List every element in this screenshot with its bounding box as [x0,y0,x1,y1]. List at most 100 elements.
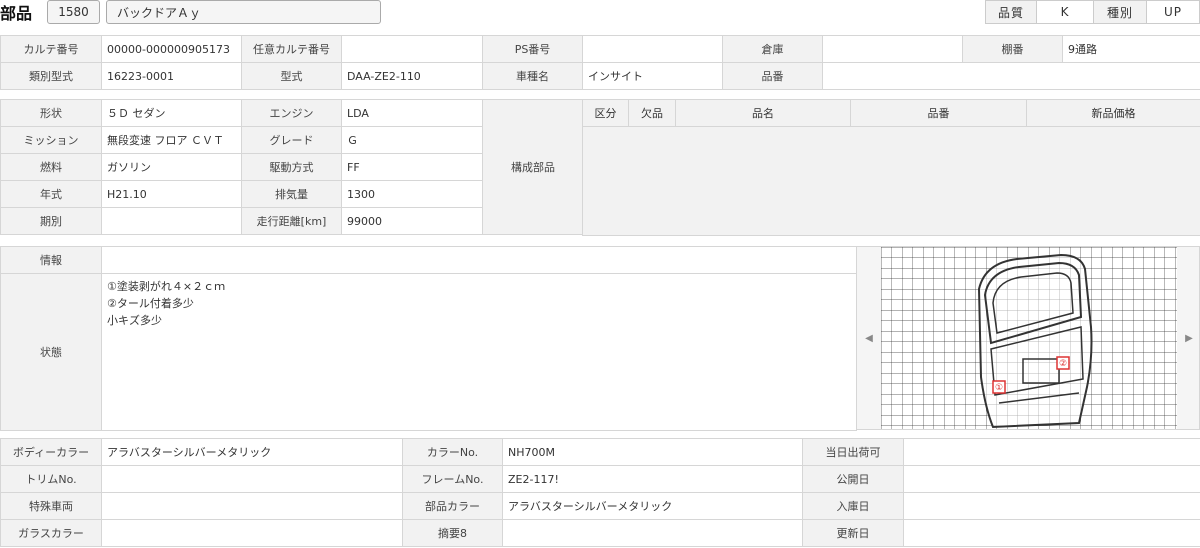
kudo-label: 駆動方式 [241,153,342,181]
mission-value: 無段変速 フロア ＣＶＴ [101,126,242,154]
trim-value [101,465,403,493]
nini-karte-label: 任意カルテ番号 [241,35,342,63]
soko-value: 99000 [341,207,483,235]
parts-header-kubun: 区分 [582,99,629,127]
chevron-left-icon: ◀ [865,332,873,344]
katashiki-value: DAA-ZE2-110 [341,62,483,90]
nyuko-label: 入庫日 [802,492,904,520]
joho-label: 情報 [0,246,102,274]
glass-label: ガラスカラー [0,519,102,547]
bottom-row: 特殊車両 部品カラー アラバスターシルバーメタリック 入庫日 [0,492,1200,520]
ps-value [582,35,723,63]
color-no-label: カラーNo. [402,438,503,466]
soko-label: 走行距離[km] [241,207,342,235]
info-table: 情報 状態 ①塗装剥がれ４×２ｃｍ ②タール付着多少 小キズ多少 [0,246,857,431]
nenryo-label: 燃料 [0,153,102,181]
koshin-label: 更新日 [802,519,904,547]
ruibetsu-value: 16223-0001 [101,62,242,90]
parts-color-value: アラバスターシルバーメタリック [502,492,803,520]
jotai-line: ②タール付着多少 [107,297,194,310]
kibetsu-value [101,207,242,235]
bottom-row: ボディーカラー アラバスターシルバーメタリック カラーNo. NH700M 当日… [0,438,1200,466]
karte-row: カルテ番号 00000-000000905173 任意カルテ番号 PS番号 倉庫… [0,35,1200,63]
kibetsu-label: 期別 [0,207,102,235]
quality-value: K [1036,0,1094,24]
chevron-right-icon: ▶ [1185,332,1193,344]
image-viewer: ◀ ① ② ▶ [856,246,1200,430]
souko-label: 倉庫 [722,35,823,63]
ruibetsu-label: 類別型式 [0,62,102,90]
joho-row: 情報 [0,246,857,274]
tana-value: 9通路 [1062,35,1200,63]
bottom-row: トリムNo. フレームNo. ZE2-117! 公開日 [0,465,1200,493]
koukai-label: 公開日 [802,465,904,493]
jotai-line: 小キズ多少 [107,314,162,327]
koshin-value [903,519,1200,547]
bottom-table: ボディーカラー アラバスターシルバーメタリック カラーNo. NH700M 当日… [0,438,1200,547]
parts-header-keppin: 欠品 [628,99,676,127]
damage-marker-2-label: ② [1059,359,1067,369]
mission-label: ミッション [0,126,102,154]
part-code-field[interactable]: 1580 [47,0,100,24]
jotai-line: ①塗装剥がれ４×２ｃｍ [107,280,226,293]
jotai-row: 状態 ①塗装剥がれ４×２ｃｍ ②タール付着多少 小キズ多少 [0,273,857,431]
page-title: 部品 [0,4,33,23]
spec-row: 形状 ５Ｄ セダン エンジン LDA 構成部品 [0,99,584,235]
frame-value: ZE2-117! [502,465,803,493]
tokushu-value [101,492,403,520]
toujitsu-label: 当日出荷可 [802,438,904,466]
quality-label: 品質 [985,0,1037,24]
nini-karte-value [341,35,483,63]
haikiryo-value: 1300 [341,180,483,208]
glass-value [101,519,403,547]
part-photo[interactable]: ① ② [881,247,1177,429]
engine-label: エンジン [241,99,342,127]
grade-label: グレード [241,126,342,154]
frame-label: フレームNo. [402,465,503,493]
color-no-value: NH700M [502,438,803,466]
parts-header-hinmei: 品名 [675,99,851,127]
koukai-value [903,465,1200,493]
engine-value: LDA [341,99,483,127]
parts-header-row: 区分 欠品 品名 品番 新品価格 [582,99,1200,127]
nenshiki-value: H21.10 [101,180,242,208]
karte-table: カルテ番号 00000-000000905173 任意カルテ番号 PS番号 倉庫… [0,35,1200,90]
nyuko-value [903,492,1200,520]
katashiki-label: 型式 [241,62,342,90]
damage-marker-1-label: ① [995,383,1003,393]
keijo-label: 形状 [0,99,102,127]
parts-body [582,126,1200,236]
part-name-field[interactable]: バックドアＡｙ [106,0,381,24]
kudo-value: FF [341,153,483,181]
grade-value: Ｇ [341,126,483,154]
parts-color-label: 部品カラー [402,492,503,520]
next-image-button[interactable]: ▶ [1177,247,1200,429]
parts-header-hinban: 品番 [850,99,1027,127]
model-row: 類別型式 16223-0001 型式 DAA-ZE2-110 車種名 インサイト… [0,62,1200,90]
tekiyo-label: 摘要8 [402,519,503,547]
shamei-label: 車種名 [482,62,583,90]
spec-table: 形状 ５Ｄ セダン エンジン LDA 構成部品 ミッション 無段変速 フロア Ｃ… [0,99,584,235]
karte-label: カルテ番号 [0,35,102,63]
parts-empty-area [582,126,1200,236]
kosei-label: 構成部品 [482,99,584,235]
trim-label: トリムNo. [0,465,102,493]
prev-image-button[interactable]: ◀ [857,247,881,429]
joho-value [101,246,857,274]
body-color-label: ボディーカラー [0,438,102,466]
tana-label: 棚番 [962,35,1063,63]
jotai-memo: ①塗装剥がれ４×２ｃｍ ②タール付着多少 小キズ多少 [101,273,857,431]
kind-label: 種別 [1093,0,1147,24]
keijo-value: ５Ｄ セダン [101,99,242,127]
souko-value [822,35,963,63]
tokushu-label: 特殊車両 [0,492,102,520]
body-color-value: アラバスターシルバーメタリック [101,438,403,466]
karte-value: 00000-000000905173 [101,35,242,63]
bottom-row: ガラスカラー 摘要8 更新日 [0,519,1200,547]
shamei-value: インサイト [582,62,723,90]
parts-header-price: 新品価格 [1026,99,1200,127]
ps-label: PS番号 [482,35,583,63]
hinban-label: 品番 [722,62,823,90]
hinban-value [822,62,1200,90]
kind-value: UP [1146,0,1200,24]
